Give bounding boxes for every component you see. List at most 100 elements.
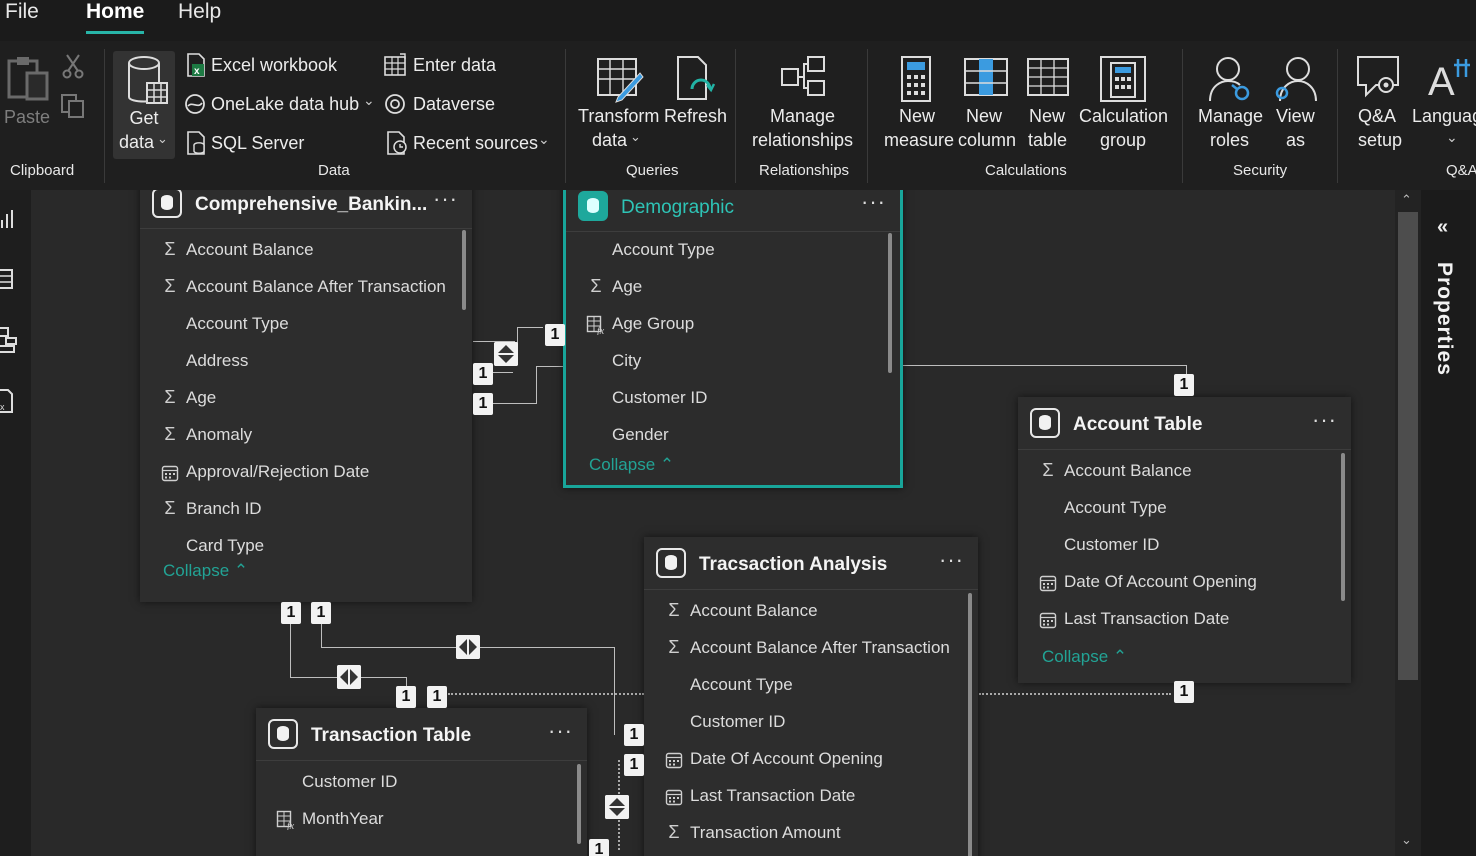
- svg-text:fx: fx: [287, 821, 295, 830]
- model-canvas[interactable]: Comprehensive_Bankin... ··· Σ Account Bal…: [31, 190, 1395, 856]
- field-row[interactable]: Σ Branch ID: [140, 491, 472, 528]
- transform-data-button[interactable]: Transform data ⌄: [578, 55, 660, 155]
- more-options-icon[interactable]: ···: [433, 190, 458, 212]
- scroll-down-icon[interactable]: ⌄: [1401, 832, 1412, 848]
- copy-icon[interactable]: [60, 93, 86, 119]
- calendar-icon: [161, 465, 179, 482]
- collapse-link[interactable]: Collapse ⌃: [589, 455, 674, 475]
- bidirectional-filter-icon[interactable]: [456, 635, 480, 659]
- field-row[interactable]: Date Of Account Opening: [644, 741, 978, 778]
- field-row[interactable]: Address: [140, 343, 472, 380]
- relationship-line-inactive: [979, 693, 1171, 695]
- more-options-icon[interactable]: ···: [861, 190, 886, 215]
- field-row[interactable]: Last Transaction Date: [644, 778, 978, 815]
- scrollbar[interactable]: [1341, 453, 1345, 601]
- field-row[interactable]: Σ Account Balance: [1018, 453, 1351, 490]
- bidirectional-filter-icon[interactable]: [337, 665, 361, 689]
- expand-pane-icon[interactable]: «: [1437, 216, 1448, 239]
- manage-roles-button[interactable]: Manage roles: [1196, 55, 1266, 155]
- table-card-comprehensive[interactable]: Comprehensive_Bankin... ··· Σ Account Bal…: [140, 190, 472, 602]
- field-row[interactable]: Account Type: [140, 306, 472, 343]
- refresh-button[interactable]: Refresh: [664, 55, 727, 145]
- table-card-transaction[interactable]: Transaction Table ··· Customer ID fx Month…: [256, 708, 587, 856]
- new-table-button[interactable]: New table: [1024, 55, 1074, 155]
- new-column-button[interactable]: New column: [958, 55, 1018, 155]
- collapse-link[interactable]: Collapse ⌃: [163, 561, 248, 581]
- menu-help[interactable]: Help: [178, 0, 221, 24]
- scrollbar[interactable]: [577, 764, 581, 844]
- new-measure-button[interactable]: New measure: [882, 55, 955, 155]
- language-icon: A: [1428, 59, 1470, 101]
- field-name: Address: [186, 351, 249, 370]
- scrollbar[interactable]: [888, 233, 892, 373]
- scrollbar[interactable]: [968, 593, 972, 856]
- field-row[interactable]: Account Type: [566, 232, 900, 269]
- language-button[interactable]: A Languag ⌄: [1412, 55, 1476, 155]
- field-row[interactable]: Σ Account Balance After Transaction: [140, 269, 472, 306]
- field-row[interactable]: Σ Age: [140, 380, 472, 417]
- field-row[interactable]: Customer ID: [256, 764, 587, 801]
- chevron-down-icon: ⌄: [538, 131, 550, 147]
- field-row[interactable]: Account Type: [644, 667, 978, 704]
- calculation-group-label-2: group: [1100, 130, 1147, 150]
- scroll-up-icon[interactable]: ⌃: [1401, 192, 1412, 208]
- field-name: Age: [612, 277, 643, 296]
- field-row[interactable]: Customer ID: [644, 704, 978, 741]
- field-row[interactable]: Σ Account Balance: [140, 232, 472, 269]
- more-options-icon[interactable]: ···: [1312, 407, 1337, 433]
- field-row[interactable]: Account Type: [1018, 490, 1351, 527]
- field-row[interactable]: Card Type: [140, 528, 472, 565]
- ribbon: Paste Clipboard Get data ⌄ x Excel workb…: [0, 41, 1476, 190]
- collapse-link[interactable]: Collapse ⌃: [1042, 647, 1127, 667]
- svg-text:A: A: [1428, 60, 1455, 101]
- onelake-data-hub-button[interactable]: OneLake data hub ⌄: [184, 92, 379, 118]
- paste-button[interactable]: Paste: [2, 55, 52, 127]
- menu-home[interactable]: Home: [86, 0, 144, 24]
- table-card-account[interactable]: Account Table ··· Σ Account Balance Accoun…: [1018, 397, 1351, 683]
- recent-sources-button[interactable]: Recent sources ⌄: [385, 131, 555, 157]
- field-row[interactable]: Customer ID: [566, 380, 900, 417]
- bidirectional-filter-icon[interactable]: [494, 342, 518, 366]
- manage-relationships-button[interactable]: Manage relationships: [748, 55, 858, 155]
- field-row[interactable]: Approval/Rejection Date: [140, 454, 472, 491]
- field-row[interactable]: Σ Account Balance: [644, 593, 978, 630]
- new-measure-label-2: measure: [884, 130, 955, 150]
- more-options-icon[interactable]: ···: [939, 547, 964, 573]
- field-row[interactable]: Σ Age: [566, 269, 900, 306]
- field-row[interactable]: fx MonthYear: [256, 801, 587, 838]
- scrollbar[interactable]: [462, 230, 466, 310]
- view-as-button[interactable]: View as: [1270, 55, 1326, 155]
- table-view-icon[interactable]: [0, 268, 14, 290]
- cut-icon[interactable]: [62, 53, 84, 79]
- enter-data-label: Enter data: [413, 55, 497, 75]
- field-row[interactable]: City: [566, 343, 900, 380]
- calculation-group-button[interactable]: Calculation group: [1079, 55, 1171, 155]
- field-row[interactable]: Σ Anomaly: [140, 417, 472, 454]
- queries-group-label: Queries: [626, 162, 679, 179]
- collapse-label: Collapse: [589, 455, 656, 474]
- new-column-icon: [964, 58, 1008, 96]
- field-row[interactable]: Last Transaction Date: [1018, 601, 1351, 638]
- field-row[interactable]: Date Of Account Opening: [1018, 564, 1351, 601]
- svg-text:x: x: [0, 402, 5, 412]
- table-card-transaction-analysis[interactable]: Tracsaction Analysis ··· Σ Account Balanc…: [644, 537, 978, 856]
- new-table-label-2: table: [1028, 130, 1068, 150]
- model-view-icon[interactable]: [0, 326, 18, 354]
- field-row[interactable]: Σ Account Balance After Transaction: [644, 630, 978, 667]
- scrollbar-thumb[interactable]: [1398, 212, 1418, 680]
- menu-file[interactable]: File: [5, 0, 39, 24]
- dax-query-view-icon[interactable]: x: [0, 388, 16, 414]
- more-options-icon[interactable]: ···: [548, 718, 573, 744]
- field-row[interactable]: fx Age Group: [566, 306, 900, 343]
- field-row[interactable]: Gender: [566, 417, 900, 454]
- chevron-down-icon: ⌄: [157, 131, 168, 146]
- field-row[interactable]: Σ Transaction Amount: [644, 815, 978, 852]
- table-icon: [578, 191, 608, 221]
- field-row[interactable]: Customer ID: [1018, 527, 1351, 564]
- report-view-icon[interactable]: [0, 208, 14, 230]
- bidirectional-filter-icon[interactable]: [605, 795, 629, 819]
- qa-setup-button[interactable]: Q&A setup: [1352, 55, 1408, 155]
- table-card-demographic[interactable]: Demographic ··· Account Type Σ Age fx Age Gr…: [563, 190, 903, 488]
- get-data-button[interactable]: Get data ⌄: [113, 51, 175, 159]
- properties-label[interactable]: Properties: [1432, 262, 1456, 376]
